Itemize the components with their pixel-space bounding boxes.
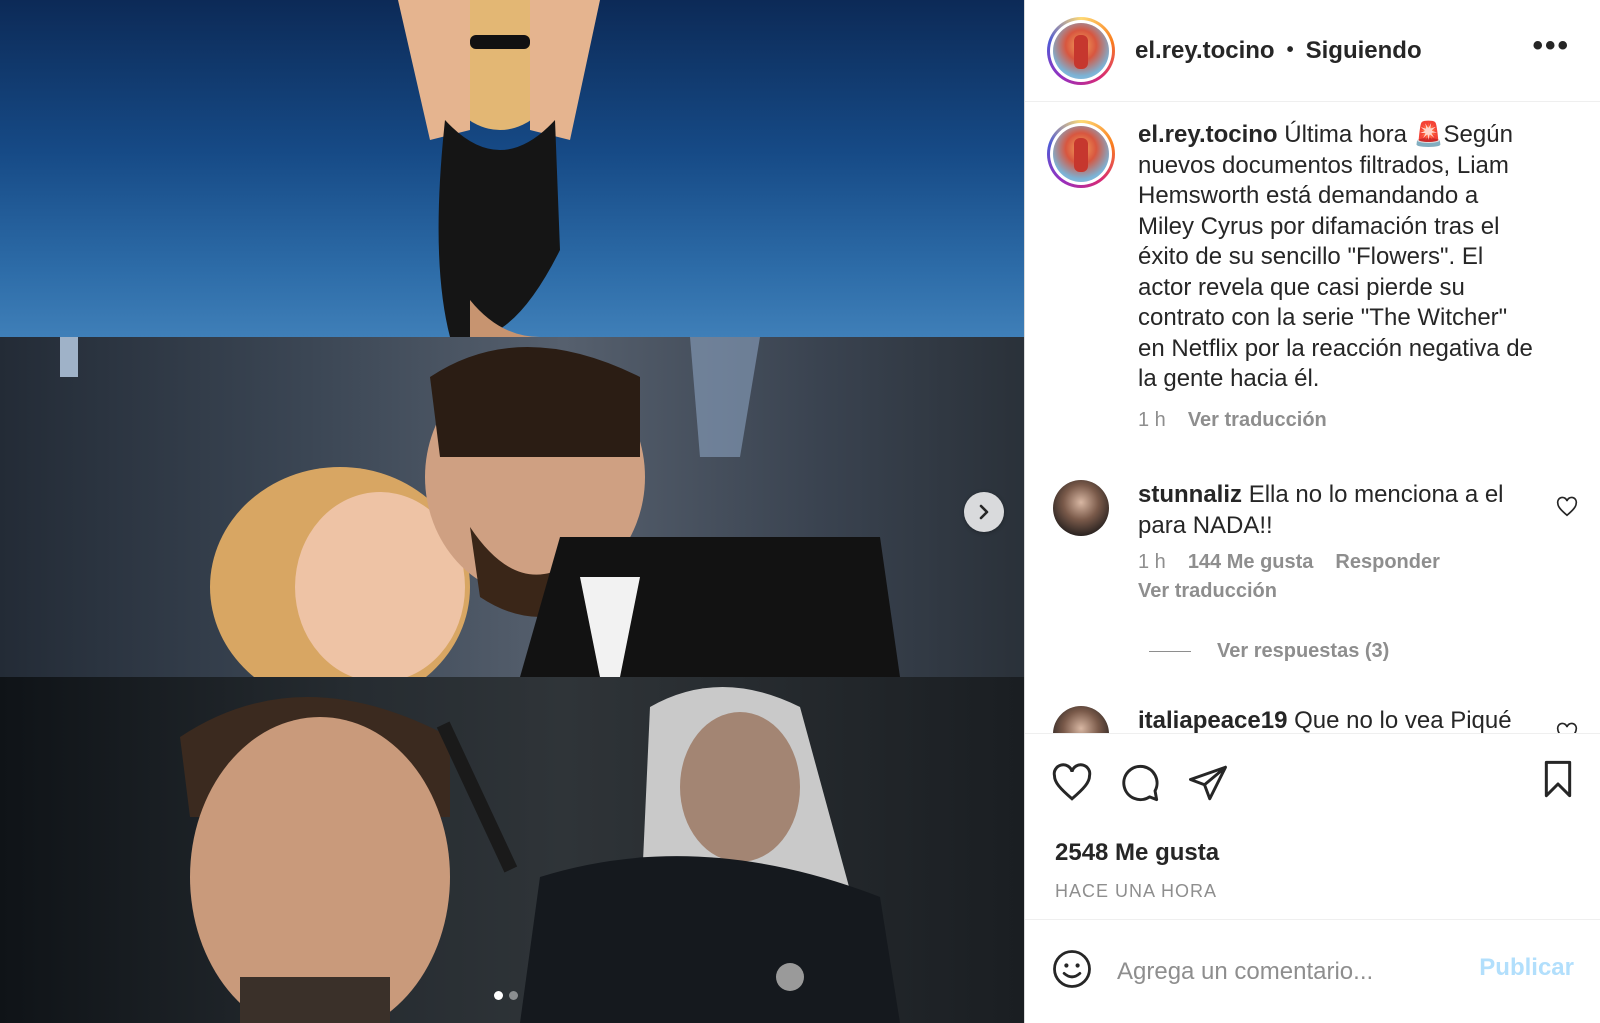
caption-translate-link[interactable]: Ver traducción	[1188, 405, 1327, 436]
more-options-icon[interactable]: •••	[1532, 31, 1570, 61]
share-paper-plane-icon[interactable]	[1187, 762, 1229, 804]
commenter-avatar[interactable]	[1053, 480, 1109, 536]
caption: el.rey.tocino Última hora 🚨Según nuevos …	[1047, 120, 1600, 435]
post-header: el.rey.tocino • Siguiendo •••	[1025, 0, 1600, 102]
carousel-dot	[509, 991, 518, 1000]
comment-like-heart-icon[interactable]	[1556, 722, 1578, 733]
actor-witcher-illustration	[180, 687, 900, 1023]
media-panel-middle	[0, 337, 1024, 677]
save-bookmark-icon[interactable]	[1538, 758, 1578, 800]
post-actions-bar	[1025, 733, 1600, 831]
like-heart-icon[interactable]	[1051, 762, 1093, 804]
likes-count[interactable]: 2548 Me gusta	[1025, 839, 1600, 867]
caption-avatar	[1053, 126, 1109, 182]
carousel-next-button[interactable]	[964, 492, 1004, 532]
comment-item: stunnaliz Ella no lo menciona a el para …	[1047, 480, 1600, 603]
performer-illustration	[398, 0, 600, 337]
author-username[interactable]: el.rey.tocino	[1135, 37, 1275, 65]
add-comment-bar: Publicar	[1025, 919, 1600, 1023]
replies-divider-line	[1149, 651, 1191, 652]
comment-item: italiapeace19 Que no lo vea Piqué	[1047, 706, 1600, 733]
commenter-avatar[interactable]	[1053, 706, 1109, 733]
carousel-dot-active	[494, 991, 503, 1000]
author-avatar	[1053, 22, 1109, 79]
comment-likes[interactable]: 144 Me gusta	[1188, 551, 1314, 574]
caption-username[interactable]: el.rey.tocino	[1138, 121, 1278, 148]
author-avatar-story-ring[interactable]	[1047, 16, 1115, 85]
media-panel-bottom	[0, 677, 1024, 1023]
comment-input[interactable]	[1117, 957, 1447, 986]
comment-like-heart-icon[interactable]	[1556, 496, 1578, 523]
couple-illustration	[60, 337, 900, 677]
following-button[interactable]: Siguiendo	[1306, 37, 1422, 65]
caption-text: Última hora 🚨Según nuevos documentos fil…	[1138, 121, 1533, 392]
comment-text: Que no lo vea Piqué	[1294, 707, 1512, 733]
carousel-indicator	[494, 991, 518, 1000]
media-panel-top	[0, 0, 1024, 337]
publish-button[interactable]: Publicar	[1479, 954, 1574, 982]
instagram-post: el.rey.tocino • Siguiendo ••• el.rey.toc…	[0, 0, 1600, 1023]
comments-section[interactable]: el.rey.tocino Última hora 🚨Según nuevos …	[1025, 102, 1600, 733]
post-sidebar: el.rey.tocino • Siguiendo ••• el.rey.toc…	[1024, 0, 1600, 1023]
chevron-right-icon	[979, 504, 989, 520]
post-timestamp: HACE UNA HORA	[1055, 881, 1218, 901]
caption-time[interactable]: 1 h	[1138, 405, 1166, 436]
comment-time[interactable]: 1 h	[1138, 551, 1166, 574]
view-replies-label: Ver respuestas (3)	[1217, 640, 1390, 662]
view-replies-button[interactable]: Ver respuestas (3)	[1149, 640, 1389, 663]
emoji-icon[interactable]	[1051, 948, 1093, 995]
post-media-carousel[interactable]	[0, 0, 1024, 1023]
comment-username[interactable]: stunnaliz	[1138, 481, 1242, 508]
comment-bubble-icon[interactable]	[1119, 762, 1161, 804]
caption-avatar-ring[interactable]	[1047, 120, 1115, 188]
comment-username[interactable]: italiapeace19	[1138, 707, 1287, 733]
reply-button[interactable]: Responder	[1335, 551, 1439, 574]
comment-translate-link[interactable]: Ver traducción	[1138, 580, 1277, 603]
header-separator: •	[1286, 39, 1294, 61]
